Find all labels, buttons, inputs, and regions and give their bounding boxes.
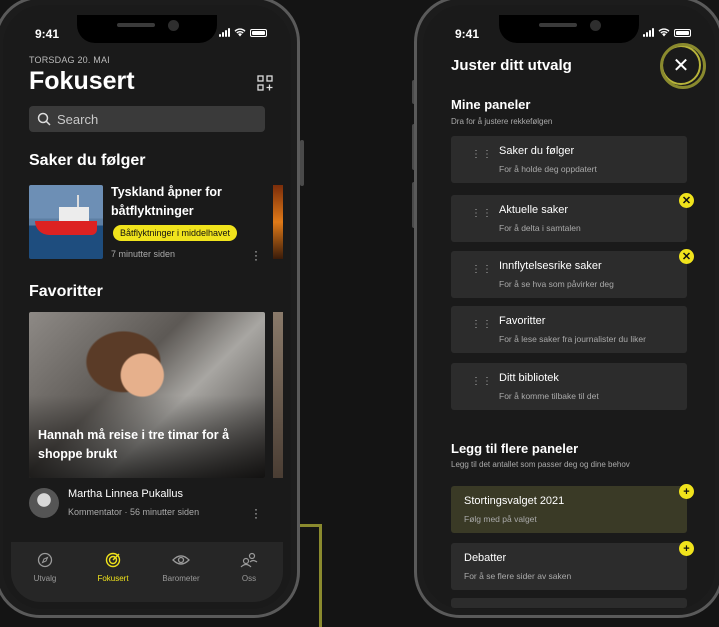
target-icon xyxy=(105,552,121,568)
add-panel-item-election[interactable]: Stortingsvalget 2021 Følg med på valget xyxy=(451,486,687,533)
wifi-icon xyxy=(658,28,670,37)
panel-title: Ditt bibliotek xyxy=(499,372,559,384)
status-time: 9:41 xyxy=(35,27,60,41)
panel-item-following[interactable]: ⋮⋮ Saker du følger For å holde deg oppda… xyxy=(451,136,687,183)
guide-circle xyxy=(660,43,706,89)
tab-label: Utvalg xyxy=(33,574,57,583)
panel-sub: For å se hva som påvirker deg xyxy=(499,279,614,289)
author-name[interactable]: Martha Linnea Pukallus xyxy=(68,488,183,500)
eye-icon xyxy=(172,555,190,565)
status-bar: 9:41 xyxy=(423,15,715,45)
panel-item-favorites[interactable]: ⋮⋮ Favoritter For å lese saker fra journ… xyxy=(451,306,687,353)
phone-left: 9:41 TORSDAG 20. MAI Fokusert Search Sak… xyxy=(0,0,300,618)
panel-item-current[interactable]: ⋮⋮ Aktuelle saker For å delta i samtalen xyxy=(451,195,687,242)
favorite-more-options-icon[interactable]: · · · xyxy=(254,503,258,523)
panel-sub: For å delta i samtalen xyxy=(499,223,581,233)
add-panel-item-peek[interactable] xyxy=(451,598,687,608)
add-panel-icon[interactable]: + xyxy=(679,484,694,499)
panel-sub: For å holde deg oppdatert xyxy=(499,164,597,174)
status-icons xyxy=(643,28,691,37)
article-title[interactable]: Tyskland åpner for båtflyktninger xyxy=(111,183,241,221)
status-icons xyxy=(219,28,267,37)
panel-title: Favoritter xyxy=(499,315,546,327)
guide-line-vertical-bottom xyxy=(319,524,322,627)
panel-item-influential[interactable]: ⋮⋮ Innflytelsesrike saker For å se hva s… xyxy=(451,251,687,298)
remove-panel-icon[interactable]: ✕ xyxy=(679,193,694,208)
section-heading-favorites: Favoritter xyxy=(29,283,103,300)
panel-sub: Følg med på valget xyxy=(464,514,537,524)
drag-handle-icon[interactable]: ⋮⋮ xyxy=(471,377,492,387)
phone-side-button xyxy=(300,140,304,186)
page-title: Fokusert xyxy=(29,67,135,95)
tab-barometer[interactable]: Barometer xyxy=(151,552,211,602)
tab-utvalg[interactable]: Utvalg xyxy=(15,552,75,602)
signal-icon xyxy=(643,28,654,37)
search-icon xyxy=(37,112,51,126)
section-heading-following: Saker du følger xyxy=(29,152,146,169)
bottom-tab-bar: Utvalg Fokusert Barometer Oss xyxy=(11,542,283,602)
favorite-article-title[interactable]: Hannah må reise i tre timar for å shoppe… xyxy=(38,426,238,464)
panel-title: Debatter xyxy=(464,552,507,564)
wifi-icon xyxy=(234,28,246,37)
more-options-icon[interactable]: · · · xyxy=(254,245,258,265)
panel-title: Saker du følger xyxy=(499,145,575,157)
compass-icon xyxy=(37,552,53,568)
section-heading-more-panels: Legg til flere paneler xyxy=(451,441,579,456)
remove-panel-icon[interactable]: ✕ xyxy=(679,249,694,264)
section-sub-more-panels: Legg til det antallet som passer deg og … xyxy=(451,460,630,469)
author-meta: Kommentator · 56 minutter siden xyxy=(68,507,200,517)
date-label: TORSDAG 20. MAI xyxy=(29,55,110,65)
status-bar: 9:41 xyxy=(3,15,291,45)
panel-sub: For å se flere sider av saken xyxy=(464,571,572,581)
people-icon xyxy=(240,552,258,568)
drag-handle-icon[interactable]: ⋮⋮ xyxy=(471,209,492,219)
next-article-peek[interactable] xyxy=(273,185,283,259)
article-thumbnail[interactable] xyxy=(29,185,103,259)
drag-handle-icon[interactable]: ⋮⋮ xyxy=(471,150,492,160)
topic-tag[interactable]: Båtflyktninger i middelhavet xyxy=(113,225,238,241)
tab-label: Oss xyxy=(241,574,257,583)
add-panel-icon[interactable]: + xyxy=(679,541,694,556)
tab-label: Barometer xyxy=(162,574,200,583)
drag-handle-icon[interactable]: ⋮⋮ xyxy=(471,265,492,275)
search-placeholder: Search xyxy=(57,111,99,127)
author-avatar xyxy=(29,488,59,518)
tab-label: Fokusert xyxy=(97,574,129,583)
panel-title: Stortingsvalget 2021 xyxy=(464,495,565,507)
notch xyxy=(77,15,217,43)
panel-title: Innflytelsesrike saker xyxy=(499,260,602,272)
search-input[interactable]: Search xyxy=(29,106,265,132)
battery-icon xyxy=(674,28,691,37)
panel-sub: For å lese saker fra journalister du lik… xyxy=(499,334,646,344)
section-heading-my-panels: Mine paneler xyxy=(451,97,531,112)
add-panel-item-debates[interactable]: Debatter For å se flere sider av saken xyxy=(451,543,687,590)
drag-handle-icon[interactable]: ⋮⋮ xyxy=(471,320,492,330)
battery-icon xyxy=(250,28,267,37)
status-time: 9:41 xyxy=(455,27,480,41)
author-time: 56 minutter siden xyxy=(130,507,200,517)
page-title: Juster ditt utvalg xyxy=(451,57,572,74)
article-time: 7 minutter siden xyxy=(111,249,176,259)
tab-oss[interactable]: Oss xyxy=(219,552,279,602)
notch xyxy=(499,15,639,43)
panel-item-library[interactable]: ⋮⋮ Ditt bibliotek For å komme tilbake ti… xyxy=(451,363,687,410)
author-role: Kommentator xyxy=(68,507,123,517)
signal-icon xyxy=(219,28,230,37)
panel-sub: For å komme tilbake til det xyxy=(499,391,599,401)
customize-grid-icon[interactable] xyxy=(257,75,273,91)
panel-title: Aktuelle saker xyxy=(499,204,569,216)
screen-fokusert: 9:41 TORSDAG 20. MAI Fokusert Search Sak… xyxy=(3,5,291,609)
section-sub-my-panels: Dra for å justere rekkefølgen xyxy=(451,117,553,126)
phone-right: 9:41 Juster ditt utvalg ✕ Mine paneler D… xyxy=(414,0,719,618)
screen-juster-utvalg: 9:41 Juster ditt utvalg ✕ Mine paneler D… xyxy=(423,5,715,609)
favorite-article-image[interactable]: Hannah må reise i tre timar for å shoppe… xyxy=(29,312,265,478)
next-favorite-peek[interactable] xyxy=(273,312,283,478)
tab-fokusert[interactable]: Fokusert xyxy=(83,552,143,602)
